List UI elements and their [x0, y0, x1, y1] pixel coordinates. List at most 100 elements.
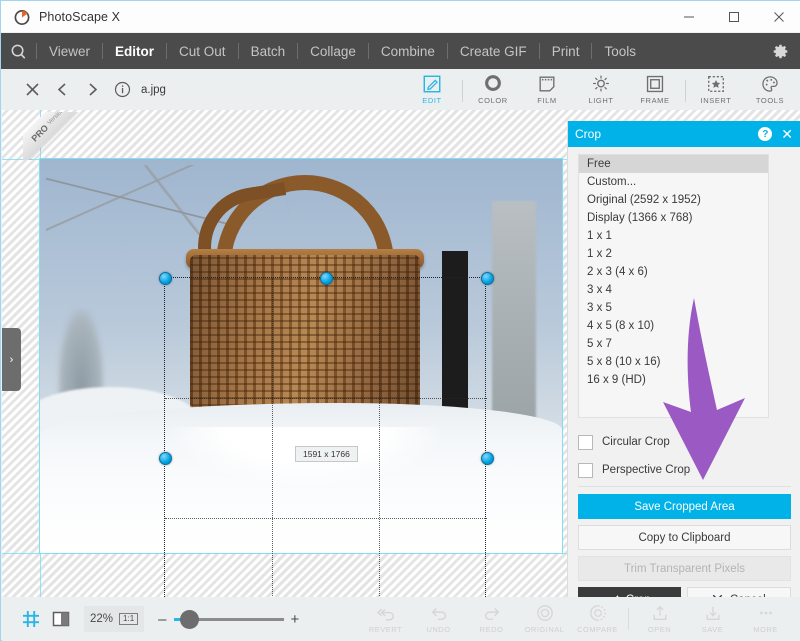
- list-item[interactable]: Free: [579, 155, 768, 173]
- list-item[interactable]: 2 x 3 (4 x 6): [579, 263, 768, 281]
- compare-icon: [588, 604, 608, 622]
- menu-bar: Viewer Editor Cut Out Batch Collage Comb…: [1, 33, 800, 69]
- close-icon[interactable]: ✕: [781, 127, 793, 141]
- crop-handle-top-left[interactable]: [159, 272, 172, 285]
- gear-icon[interactable]: [759, 33, 800, 69]
- list-item[interactable]: 1 x 1: [579, 227, 768, 245]
- menu-item-print[interactable]: Print: [541, 33, 591, 69]
- window-controls: [666, 1, 800, 33]
- aspect-ratio-list[interactable]: Free Custom... Original (2592 x 1952) Di…: [578, 154, 769, 418]
- more-icon: [756, 604, 776, 622]
- minimize-button[interactable]: [666, 1, 711, 33]
- tab-frame[interactable]: FRAME: [628, 69, 682, 110]
- circular-crop-label: Circular Crop: [602, 436, 670, 448]
- circular-crop-row[interactable]: Circular Crop: [578, 428, 791, 456]
- list-item[interactable]: 16 x 9 (HD): [579, 371, 768, 389]
- pro-badge-subtitle: Version: [46, 112, 66, 127]
- menu-item-create-gif[interactable]: Create GIF: [449, 33, 538, 69]
- crop-selection[interactable]: 1591 x 1766: [164, 277, 487, 597]
- current-filename: a.jpg: [141, 83, 166, 96]
- close-icon[interactable]: [17, 69, 47, 110]
- editor-tab-bar: EDIT COLOR FILM LIGHT FRAME INSERT TOOLS: [405, 69, 800, 110]
- copy-to-clipboard-button[interactable]: Copy to Clipboard: [578, 525, 791, 550]
- crop-handle-top-right[interactable]: [481, 272, 494, 285]
- list-item[interactable]: 3 x 4: [579, 281, 768, 299]
- revert-icon: [375, 604, 397, 622]
- tab-label: EDIT: [422, 96, 442, 105]
- crop-options: Circular Crop Perspective Crop: [578, 428, 791, 484]
- crop-size-label: 1591 x 1766: [295, 446, 358, 462]
- zoom-one-to-one-button[interactable]: 1:1: [119, 613, 139, 625]
- menu-item-tools[interactable]: Tools: [593, 33, 647, 69]
- tab-color[interactable]: COLOR: [466, 69, 520, 110]
- list-item[interactable]: 3 x 5: [579, 299, 768, 317]
- close-button[interactable]: [756, 1, 800, 33]
- list-item[interactable]: 5 x 8 (10 x 16): [579, 353, 768, 371]
- grid-icon[interactable]: [18, 606, 44, 632]
- photo-tree-right: [492, 201, 536, 441]
- insert-icon: [706, 74, 726, 94]
- menu-item-batch[interactable]: Batch: [240, 33, 297, 69]
- list-item[interactable]: Original (2592 x 1952): [579, 191, 768, 209]
- color-icon: [483, 74, 503, 94]
- menu-logo-icon[interactable]: [1, 33, 35, 69]
- maximize-button[interactable]: [711, 1, 756, 33]
- action-divider: [628, 608, 629, 630]
- zoom-in-button[interactable]: +: [291, 612, 300, 627]
- sidebar-collapse-handle[interactable]: ›: [2, 328, 21, 391]
- list-item[interactable]: Custom...: [579, 173, 768, 191]
- pro-version-badge: PRO Version: [23, 112, 79, 160]
- crop-guide-v1: [272, 278, 273, 597]
- crop-handle-top-center[interactable]: [320, 272, 333, 285]
- perspective-crop-row[interactable]: Perspective Crop: [578, 456, 791, 484]
- list-item[interactable]: Display (1366 x 768): [579, 209, 768, 227]
- crop-handle-middle-right[interactable]: [481, 452, 494, 465]
- next-icon[interactable]: [77, 69, 107, 110]
- perspective-crop-checkbox[interactable]: [578, 462, 593, 478]
- crop-panel-header: Crop ? ✕: [568, 121, 800, 147]
- split-view-icon[interactable]: [48, 606, 74, 632]
- menu-divider: [166, 43, 168, 59]
- frame-icon: [645, 74, 665, 94]
- zoom-slider-knob[interactable]: [179, 609, 199, 629]
- menu-divider: [102, 43, 104, 59]
- tab-tools[interactable]: TOOLS: [743, 69, 797, 110]
- list-item[interactable]: 1 x 2: [579, 245, 768, 263]
- zoom-slider[interactable]: [173, 609, 284, 629]
- action-label: REDO: [479, 625, 504, 634]
- panel-title: Crop: [575, 127, 602, 141]
- circular-crop-checkbox[interactable]: [578, 434, 593, 450]
- panel-divider: [578, 486, 791, 487]
- revert-button: REVERT: [359, 604, 412, 634]
- tab-insert[interactable]: INSERT: [689, 69, 743, 110]
- menu-divider: [297, 43, 299, 59]
- trim-transparent-pixels-button: Trim Transparent Pixels: [578, 556, 791, 581]
- menu-item-viewer[interactable]: Viewer: [38, 33, 101, 69]
- action-label: MORE: [753, 625, 778, 634]
- save-icon: [703, 604, 723, 622]
- info-icon[interactable]: [107, 69, 137, 110]
- menu-item-collage[interactable]: Collage: [299, 33, 367, 69]
- menu-divider: [237, 43, 239, 59]
- list-item[interactable]: 5 x 7: [579, 335, 768, 353]
- crop-handle-middle-left[interactable]: [159, 452, 172, 465]
- tab-film[interactable]: FILM: [520, 69, 574, 110]
- menu-divider: [446, 43, 448, 59]
- tab-edit[interactable]: EDIT: [405, 69, 459, 110]
- original-icon: [535, 604, 555, 622]
- photoscape-window: PhotoScape X Viewer Editor Cut Out Batch…: [0, 0, 800, 641]
- tab-light[interactable]: LIGHT: [574, 69, 628, 110]
- zoom-out-button[interactable]: –: [158, 612, 166, 627]
- menu-item-combine[interactable]: Combine: [370, 33, 446, 69]
- menu-divider: [36, 43, 37, 59]
- save-cropped-area-button[interactable]: Save Cropped Area: [578, 494, 791, 519]
- menu-divider: [367, 43, 369, 59]
- action-label: COMPARE: [577, 625, 618, 634]
- help-icon[interactable]: ?: [758, 127, 773, 141]
- menu-divider: [591, 43, 593, 59]
- prev-icon[interactable]: [47, 69, 77, 110]
- menu-item-editor[interactable]: Editor: [104, 33, 165, 69]
- bottom-actions: REVERT UNDO REDO ORIGINAL COMPARE OPEN S…: [359, 604, 800, 634]
- menu-item-cut-out[interactable]: Cut Out: [168, 33, 237, 69]
- list-item[interactable]: 4 x 5 (8 x 10): [579, 317, 768, 335]
